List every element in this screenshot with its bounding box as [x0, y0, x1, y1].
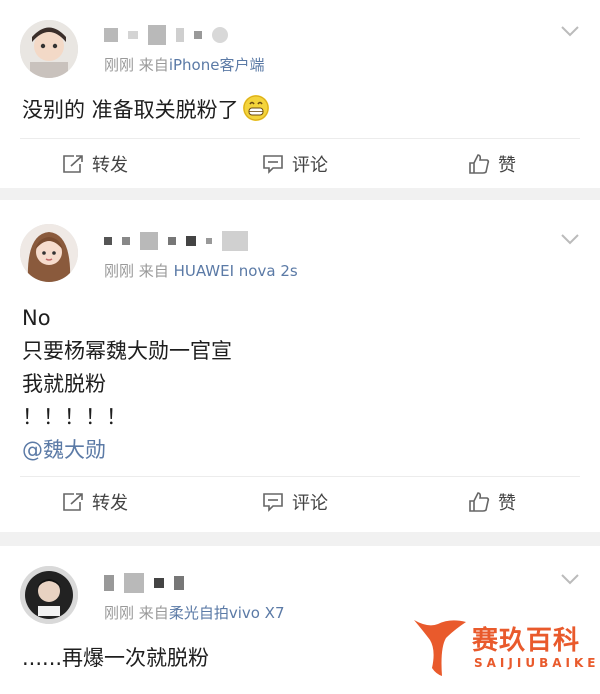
- comment-button[interactable]: 评论: [262, 136, 328, 192]
- post-time: 刚刚: [104, 56, 135, 74]
- like-button[interactable]: 赞: [468, 136, 516, 192]
- repost-button[interactable]: 转发: [62, 136, 128, 192]
- post-body: No 只要杨幂魏大勋一官宣 我就脱粉 ！！！！！ @魏大勋: [22, 302, 232, 467]
- like-label: 赞: [498, 155, 516, 176]
- grinning-emoji-icon: [242, 95, 269, 121]
- post-from-label: 来自: [138, 262, 169, 280]
- repost-label: 转发: [92, 155, 128, 176]
- mention-link[interactable]: @魏大勋: [22, 434, 232, 467]
- post-source[interactable]: 柔光自拍vivo X7: [169, 604, 285, 622]
- chevron-down-icon[interactable]: [560, 24, 580, 38]
- comment-icon: [263, 155, 283, 174]
- action-bar: 转发 评论 赞: [0, 474, 600, 530]
- post-meta: 刚刚 来自 HUAWEI nova 2s: [104, 260, 298, 281]
- repost-button[interactable]: 转发: [62, 474, 128, 530]
- post-card: 刚刚 来自iPhone客户端 没别的 准备取关脱粉了 转发 评论 赞: [0, 0, 600, 188]
- post-from-label: 来自: [138, 604, 169, 622]
- post-text-line: No: [22, 306, 51, 330]
- repost-label: 转发: [92, 493, 128, 514]
- watermark-subtitle: SAIJIUBAIKE: [474, 656, 600, 670]
- post-text-line: ！！！！！: [22, 405, 127, 429]
- post-source[interactable]: iPhone客户端: [169, 56, 265, 74]
- like-label: 赞: [498, 493, 516, 514]
- watermark-logo: 赛玖百科 SAIJIUBAIKE: [410, 614, 600, 684]
- chevron-down-icon[interactable]: [560, 572, 580, 586]
- post-text-line: 我就脱粉: [22, 372, 106, 396]
- action-bar: 转发 评论 赞: [0, 136, 600, 192]
- post-text-line: 只要杨幂魏大勋一官宣: [22, 339, 232, 363]
- username-redacted[interactable]: [104, 226, 248, 256]
- username-redacted[interactable]: [104, 568, 184, 598]
- post-text: ......再爆一次就脱粉: [22, 646, 210, 670]
- comment-icon: [263, 493, 283, 512]
- repost-icon: [63, 493, 83, 511]
- post-text: 没别的 准备取关脱粉了: [22, 98, 239, 122]
- comment-label: 评论: [292, 493, 328, 514]
- avatar[interactable]: [20, 224, 78, 282]
- post-meta: 刚刚 来自iPhone客户端: [104, 54, 264, 75]
- comment-button[interactable]: 评论: [262, 474, 328, 530]
- avatar[interactable]: [20, 20, 78, 78]
- repost-icon: [63, 155, 83, 173]
- post-time: 刚刚: [104, 604, 135, 622]
- comment-label: 评论: [292, 155, 328, 176]
- watermark-title: 赛玖百科: [472, 626, 581, 656]
- post-meta: 刚刚 来自柔光自拍vivo X7: [104, 602, 285, 623]
- thumbs-up-icon: [469, 154, 490, 174]
- avatar[interactable]: [20, 566, 78, 624]
- post-source[interactable]: HUAWEI nova 2s: [174, 262, 298, 280]
- post-from-label: 来自: [138, 56, 169, 74]
- username-redacted[interactable]: [104, 20, 228, 50]
- thumbs-up-icon: [469, 492, 490, 512]
- chevron-down-icon[interactable]: [560, 232, 580, 246]
- whale-tail-icon: [414, 620, 466, 676]
- like-button[interactable]: 赞: [468, 474, 516, 530]
- post-time: 刚刚: [104, 262, 135, 280]
- post-card: 刚刚 来自 HUAWEI nova 2s No 只要杨幂魏大勋一官宣 我就脱粉 …: [0, 200, 600, 532]
- post-body: 没别的 准备取关脱粉了: [22, 94, 269, 127]
- post-body: ......再爆一次就脱粉: [22, 642, 209, 675]
